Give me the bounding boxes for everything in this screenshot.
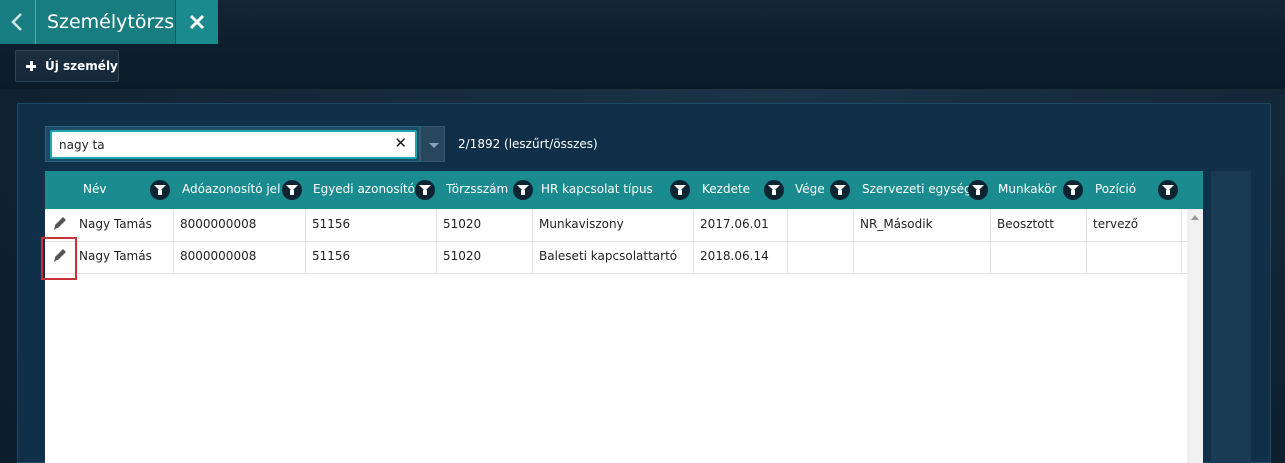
cell-torzsszam: 51020: [437, 241, 533, 273]
cell-kezdete: 2017.06.01: [694, 209, 788, 241]
close-tab-button[interactable]: [175, 0, 218, 44]
new-person-label: Új személy: [45, 59, 118, 73]
column-label: Vége: [795, 182, 825, 196]
cell-vege: [788, 241, 854, 273]
search-box[interactable]: ✕: [50, 130, 417, 159]
column-label: Munkakör: [998, 182, 1057, 196]
close-icon: [190, 14, 205, 30]
search-dropdown-button[interactable]: [420, 126, 445, 162]
cell-szervezeti: [854, 241, 991, 273]
table-row[interactable]: Nagy Tamás 8000000008 51156 51020 Munkav…: [45, 209, 1187, 242]
cell-munkakor: [991, 241, 1087, 273]
column-header-torzsszam[interactable]: Törzsszám: [440, 171, 535, 209]
cell-nev: Nagy Tamás: [74, 209, 174, 241]
cell-hr-tipus: Baleseti kapcsolattartó: [533, 241, 694, 273]
column-header-kezdete[interactable]: Kezdete: [693, 171, 788, 209]
pencil-icon: [54, 217, 66, 230]
column-label: Név: [83, 182, 107, 196]
filter-icon[interactable]: [282, 180, 302, 200]
column-label: Adóazonosító jel: [182, 182, 281, 196]
column-label: Kezdete: [702, 182, 751, 196]
table-row[interactable]: Nagy Tamás 8000000008 51156 51020 Balese…: [45, 241, 1187, 274]
scroll-up-icon[interactable]: [1191, 215, 1199, 220]
filter-icon[interactable]: [670, 180, 690, 200]
person-grid: Név Adóazonosító jel Egyedi azonosító Tö…: [45, 171, 1203, 463]
vertical-scrollbar[interactable]: [1187, 209, 1203, 463]
column-header-szervezeti[interactable]: Szervezeti egység: [852, 171, 990, 209]
cell-pozicio: [1087, 241, 1182, 273]
grid-header: Név Adóazonosító jel Egyedi azonosító Tö…: [45, 171, 1203, 209]
column-header-munkakor[interactable]: Munkakör: [990, 171, 1086, 209]
cell-munkakor: Beosztott: [991, 209, 1087, 241]
window-title: Személytörzs: [46, 11, 175, 33]
highlighted-edit-button-frame: [41, 237, 77, 280]
cell-pozicio: tervező: [1087, 209, 1182, 241]
cell-szervezeti: NR_Második: [854, 209, 991, 241]
cell-adoazonosito: 8000000008: [174, 209, 306, 241]
plus-icon: [26, 61, 36, 71]
column-label: Szervezeti egység: [862, 182, 972, 196]
column-header-nev[interactable]: Név: [45, 171, 178, 209]
filter-icon[interactable]: [764, 180, 784, 200]
column-header-adoazonosito[interactable]: Adóazonosító jel: [178, 171, 309, 209]
tab-szemelytorzs[interactable]: Személytörzs: [0, 0, 218, 44]
clear-search-icon[interactable]: ✕: [394, 134, 407, 152]
filter-icon[interactable]: [830, 180, 850, 200]
column-header-hr-tipus[interactable]: HR kapcsolat típus: [535, 171, 693, 209]
column-label: Pozíció: [1095, 182, 1137, 196]
filter-icon[interactable]: [150, 180, 170, 200]
cell-hr-tipus: Munkaviszony: [533, 209, 694, 241]
column-header-egyedi[interactable]: Egyedi azonosító: [309, 171, 440, 209]
top-bar: Személytörzs: [0, 0, 1285, 45]
side-panel: [1211, 171, 1251, 463]
search-input[interactable]: [52, 132, 379, 157]
filter-icon[interactable]: [513, 180, 533, 200]
chevron-down-icon: [429, 143, 439, 148]
column-label: HR kapcsolat típus: [541, 182, 653, 196]
cell-egyedi: 51156: [306, 209, 437, 241]
toolbar: Új személy: [0, 44, 1285, 89]
column-header-pozicio[interactable]: Pozíció: [1086, 171, 1187, 209]
new-person-button[interactable]: Új személy: [15, 50, 119, 82]
filter-icon[interactable]: [1158, 180, 1178, 200]
cell-egyedi: 51156: [306, 241, 437, 273]
column-header-vege[interactable]: Vége: [788, 171, 852, 209]
cell-kezdete: 2018.06.14: [694, 241, 788, 273]
cell-vege: [788, 209, 854, 241]
filter-icon[interactable]: [968, 180, 988, 200]
column-label: Törzsszám: [446, 182, 509, 196]
filter-icon[interactable]: [415, 180, 435, 200]
cell-nev: Nagy Tamás: [74, 241, 174, 273]
back-button[interactable]: [0, 0, 36, 44]
column-label: Egyedi azonosító: [313, 182, 416, 196]
filter-icon[interactable]: [1063, 180, 1083, 200]
chevron-left-icon: [11, 13, 23, 31]
result-counter: 2/1892 (leszűrt/összes): [458, 137, 598, 151]
cell-adoazonosito: 8000000008: [174, 241, 306, 273]
cell-torzsszam: 51020: [437, 209, 533, 241]
